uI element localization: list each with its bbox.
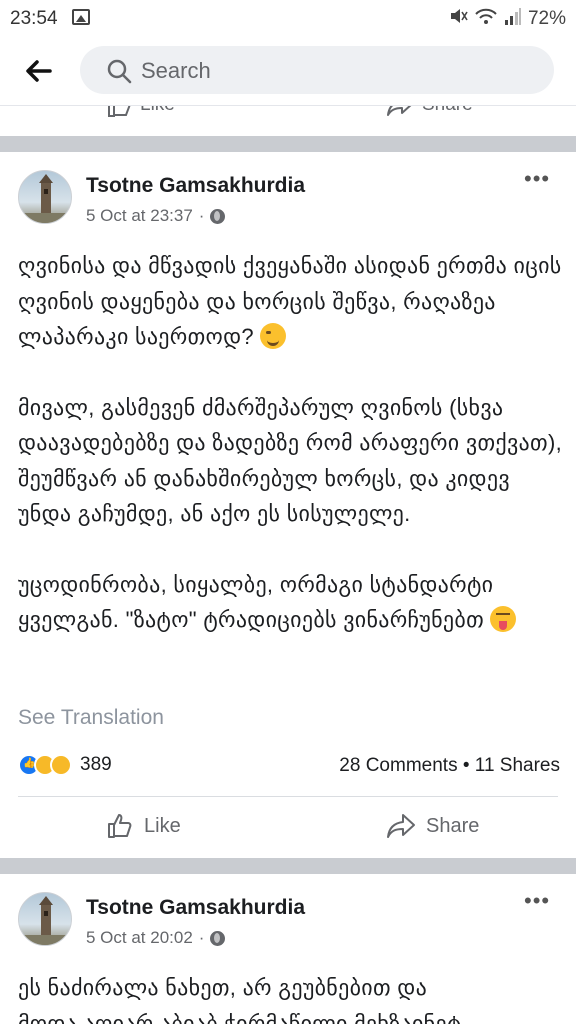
winking-face-icon: [260, 323, 287, 349]
like-label: Like: [144, 814, 181, 837]
globe-icon: [210, 208, 226, 224]
meta-separator: ·: [198, 928, 205, 947]
thumbs-up-icon: [108, 814, 132, 838]
wifi-icon: [474, 6, 498, 32]
status-time: 23:54: [10, 8, 58, 29]
search-input[interactable]: Search: [80, 46, 554, 94]
search-placeholder: Search: [141, 58, 211, 83]
post-body: ღვინისა და მწვადის ქვეყანაში ასიდან ერთმ…: [18, 248, 563, 638]
post-meta: 5 Oct at 23:37 ·: [86, 206, 226, 226]
post-paragraph: მივალ, გასმევენ ძმარშეპარულ ღვინოს (სხვა…: [18, 394, 562, 527]
post-stats: 28 Comments • 11 Shares: [339, 755, 560, 777]
meta-separator: ·: [198, 206, 205, 225]
post-author[interactable]: Tsotne Gamsakhurdia: [86, 174, 305, 198]
globe-icon: [210, 930, 226, 946]
reaction-count: 389: [80, 754, 112, 775]
prev-like-label: Like: [140, 106, 175, 116]
post-line: ეს ნაძირალა ნახეთ, არ გეუბნებით და: [18, 975, 428, 1000]
zany-face-icon: [490, 606, 517, 632]
avatar[interactable]: [18, 892, 72, 946]
post-paragraph: ღვინისა და მწვადის ქვეყანაში ასიდან ერთმ…: [18, 253, 562, 349]
back-button[interactable]: [22, 56, 56, 86]
reactions-summary[interactable]: 389: [18, 754, 112, 776]
status-bar: 23:54 72%: [0, 0, 576, 36]
sad-reaction-icon: [50, 754, 72, 776]
feed-separator: [0, 858, 576, 874]
post-author[interactable]: Tsotne Gamsakhurdia: [86, 896, 305, 920]
tower-icon: [19, 174, 71, 223]
mute-icon: [448, 6, 468, 32]
post-meta: 5 Oct at 20:02 ·: [86, 928, 226, 948]
share-button[interactable]: Share: [386, 812, 479, 840]
post-card: Tsotne Gamsakhurdia 5 Oct at 23:37 · •••…: [0, 152, 576, 858]
thumbs-up-icon: [108, 106, 131, 117]
stats-separator: •: [462, 755, 470, 776]
post-line: მოდა აღიარ აბიაბ ჭირმაწილი მეხზაინეტ: [18, 1010, 462, 1024]
post-card: Tsotne Gamsakhurdia 5 Oct at 20:02 · •••…: [0, 874, 576, 1024]
post-timestamp[interactable]: 5 Oct at 20:02: [86, 928, 193, 948]
post-paragraph: უცოდინრობა, სიყალბე, ორმაგი სტანდარტი ყვ…: [18, 567, 563, 638]
post-timestamp[interactable]: 5 Oct at 23:37: [86, 206, 193, 226]
shares-count[interactable]: 11 Shares: [475, 755, 560, 776]
see-translation-link[interactable]: See Translation: [18, 706, 164, 730]
avatar[interactable]: [18, 170, 72, 224]
prev-like-button[interactable]: Like: [106, 106, 175, 118]
battery-level: 72%: [527, 8, 566, 29]
more-options-button[interactable]: •••: [524, 888, 550, 914]
search-icon: [107, 59, 132, 84]
arrow-left-icon: [26, 60, 52, 82]
tower-icon: [19, 896, 71, 945]
signal-icon: [504, 6, 522, 32]
share-icon: [387, 106, 412, 116]
prev-share-label: Share: [422, 106, 473, 116]
post-divider: [18, 796, 558, 797]
post-body: ეს ნაძირალა ნახეთ, არ გეუბნებით და მოდა …: [18, 970, 563, 1024]
share-label: Share: [426, 814, 480, 837]
share-icon: [387, 814, 415, 838]
more-options-button[interactable]: •••: [524, 166, 550, 192]
gallery-icon: [72, 9, 90, 25]
header: Search: [0, 36, 576, 106]
prev-share-button[interactable]: Share: [386, 106, 473, 118]
status-right: 72%: [448, 6, 566, 32]
previous-post-actions: Like Share: [0, 106, 576, 132]
feed-separator: [0, 136, 576, 152]
like-button[interactable]: Like: [106, 812, 181, 840]
comments-count[interactable]: 28 Comments: [339, 755, 457, 776]
